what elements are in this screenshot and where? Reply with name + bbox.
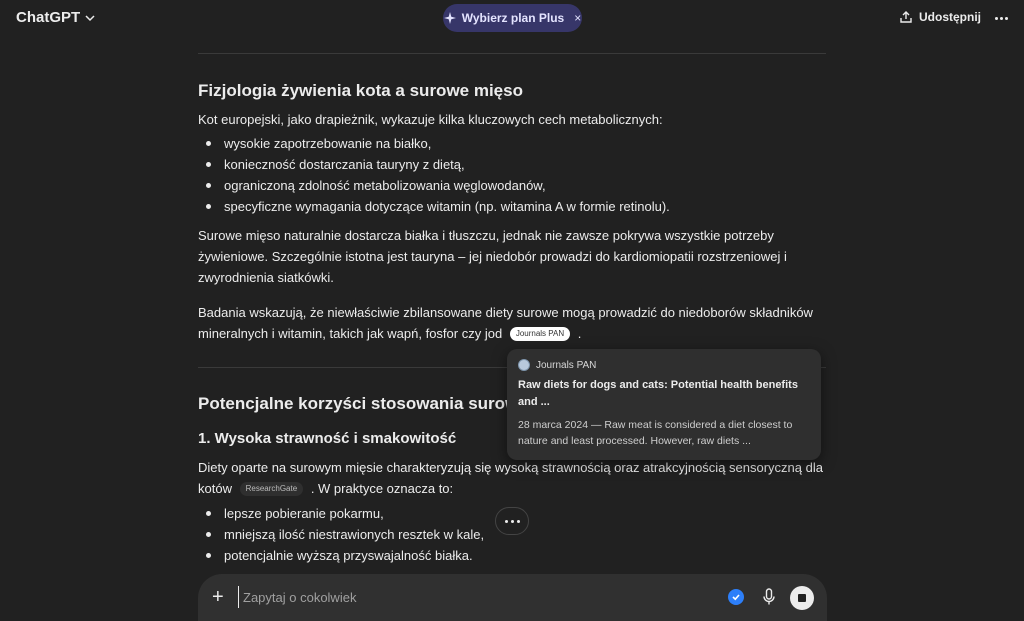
close-icon[interactable]: × (574, 11, 581, 25)
paragraph: Surowe mięso naturalnie dostarcza białka… (198, 228, 787, 285)
citation-preview-card[interactable]: Journals PAN Raw diets for dogs and cats… (507, 349, 821, 460)
section-divider (198, 53, 826, 54)
list-item: specyficzne wymagania dotyczące witamin … (204, 196, 670, 217)
intro-text: Kot europejski, jako drapieżnik, wykazuj… (198, 112, 663, 127)
list-item: wysokie zapotrzebowanie na białko, (204, 133, 670, 154)
source-title[interactable]: Raw diets for dogs and cats: Potential h… (518, 377, 810, 411)
prompt-input[interactable] (238, 586, 708, 608)
citation-badge[interactable]: Journals PAN (509, 326, 571, 341)
microphone-icon[interactable] (762, 588, 776, 606)
composer: + (198, 574, 827, 621)
brand-label: ChatGPT (16, 9, 81, 26)
list-item: konieczność dostarczania tauryny z dietą… (204, 154, 670, 175)
dot-icon (510, 519, 514, 523)
paragraph-text: . (577, 326, 582, 341)
list-item: potencjalnie wyższą przyswajalność białk… (204, 545, 484, 566)
list-item: mniejszą ilość niestrawionych resztek w … (204, 524, 484, 545)
source-favicon-icon (518, 359, 530, 371)
paragraph-text: Badania wskazują, że niewłaściwie zbilan… (198, 305, 813, 341)
dot-icon (516, 519, 520, 523)
section-heading: Potencjalne korzyści stosowania surowego (198, 394, 549, 413)
sparkle-icon (443, 12, 456, 24)
more-actions-button[interactable] (495, 507, 529, 535)
subsection-heading: 1. Wysoka strawność i smakowitość (198, 430, 457, 447)
share-icon (900, 11, 912, 23)
bullet-list: lepsze pobieranie pokarmu, mniejszą iloś… (204, 503, 484, 566)
top-bar: ChatGPT Wybierz plan Plus × Udostępnij (0, 0, 1024, 36)
section-heading: Fizjologia żywienia kota a surowe mięso (198, 81, 523, 100)
more-options-icon[interactable] (992, 10, 1010, 26)
source-name: Journals PAN (536, 359, 597, 371)
chevron-down-icon (85, 14, 95, 21)
upgrade-plan-button[interactable]: Wybierz plan Plus × (443, 4, 582, 32)
paragraph-text: . W praktyce oznacza to: (310, 481, 454, 496)
share-button[interactable]: Udostępnij (899, 10, 981, 24)
bullet-list: wysokie zapotrzebowanie na białko, konie… (204, 133, 670, 217)
stop-icon (798, 594, 806, 602)
plus-icon[interactable]: + (212, 587, 224, 607)
model-selector[interactable]: ChatGPT (16, 9, 96, 26)
paragraph: Badania wskazują, że niewłaściwie zbilan… (198, 302, 828, 344)
list-item: ograniczoną zdolność metabolizowania węg… (204, 175, 670, 196)
upgrade-plan-label: Wybierz plan Plus (461, 11, 565, 25)
stop-generating-button[interactable] (790, 586, 814, 610)
share-label: Udostępnij (919, 10, 981, 24)
dot-icon (504, 519, 508, 523)
citation-badge[interactable]: ResearchGate (239, 481, 304, 496)
check-icon[interactable] (728, 589, 744, 605)
list-item: lepsze pobieranie pokarmu, (204, 503, 484, 524)
paragraph: Diety oparte na surowym mięsie charakter… (198, 457, 828, 499)
source-snippet: 28 marca 2024 — Raw meat is considered a… (518, 419, 793, 447)
